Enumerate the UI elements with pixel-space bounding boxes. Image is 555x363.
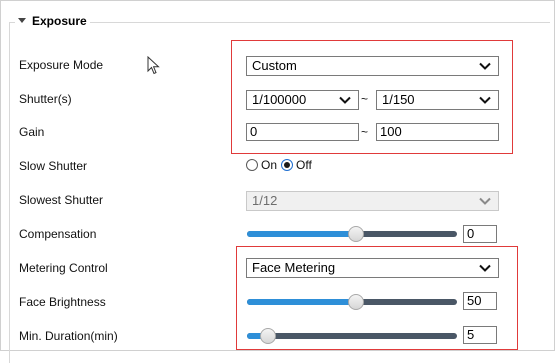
slow-shutter-on-label[interactable]: On	[261, 158, 277, 172]
slowest-shutter-label: Slowest Shutter	[19, 193, 104, 207]
slow-shutter-off-radio[interactable]	[281, 159, 294, 171]
slow-shutter-label: Slow Shutter	[19, 159, 88, 173]
mouse-pointer-icon	[147, 55, 161, 79]
section-title: Exposure	[32, 14, 87, 28]
chevron-down-icon	[479, 197, 491, 205]
shutter-label: Shutter(s)	[19, 92, 72, 106]
section-header[interactable]: Exposure	[15, 14, 90, 28]
slowest-shutter-value: 1/12	[252, 193, 278, 208]
min-duration-label: Min. Duration(min)	[19, 329, 118, 343]
compensation-input[interactable]: 0	[463, 225, 497, 243]
highlight-box-exposure-settings	[231, 40, 513, 154]
collapse-triangle-icon[interactable]	[18, 17, 26, 23]
slowest-shutter-select: 1/12	[246, 191, 499, 211]
face-brightness-label: Face Brightness	[19, 295, 106, 309]
slow-shutter-off-label[interactable]: Off	[296, 158, 312, 172]
metering-control-label: Metering Control	[19, 261, 108, 275]
gain-label: Gain	[19, 125, 45, 139]
compensation-slider-fill	[247, 231, 357, 237]
highlight-box-metering-settings	[236, 246, 518, 350]
compensation-slider[interactable]	[247, 226, 457, 242]
exposure-mode-label: Exposure Mode	[19, 58, 104, 72]
slow-shutter-on-radio[interactable]	[246, 159, 258, 171]
slow-shutter-radio-group: On Off	[246, 158, 312, 172]
compensation-label: Compensation	[19, 227, 97, 241]
